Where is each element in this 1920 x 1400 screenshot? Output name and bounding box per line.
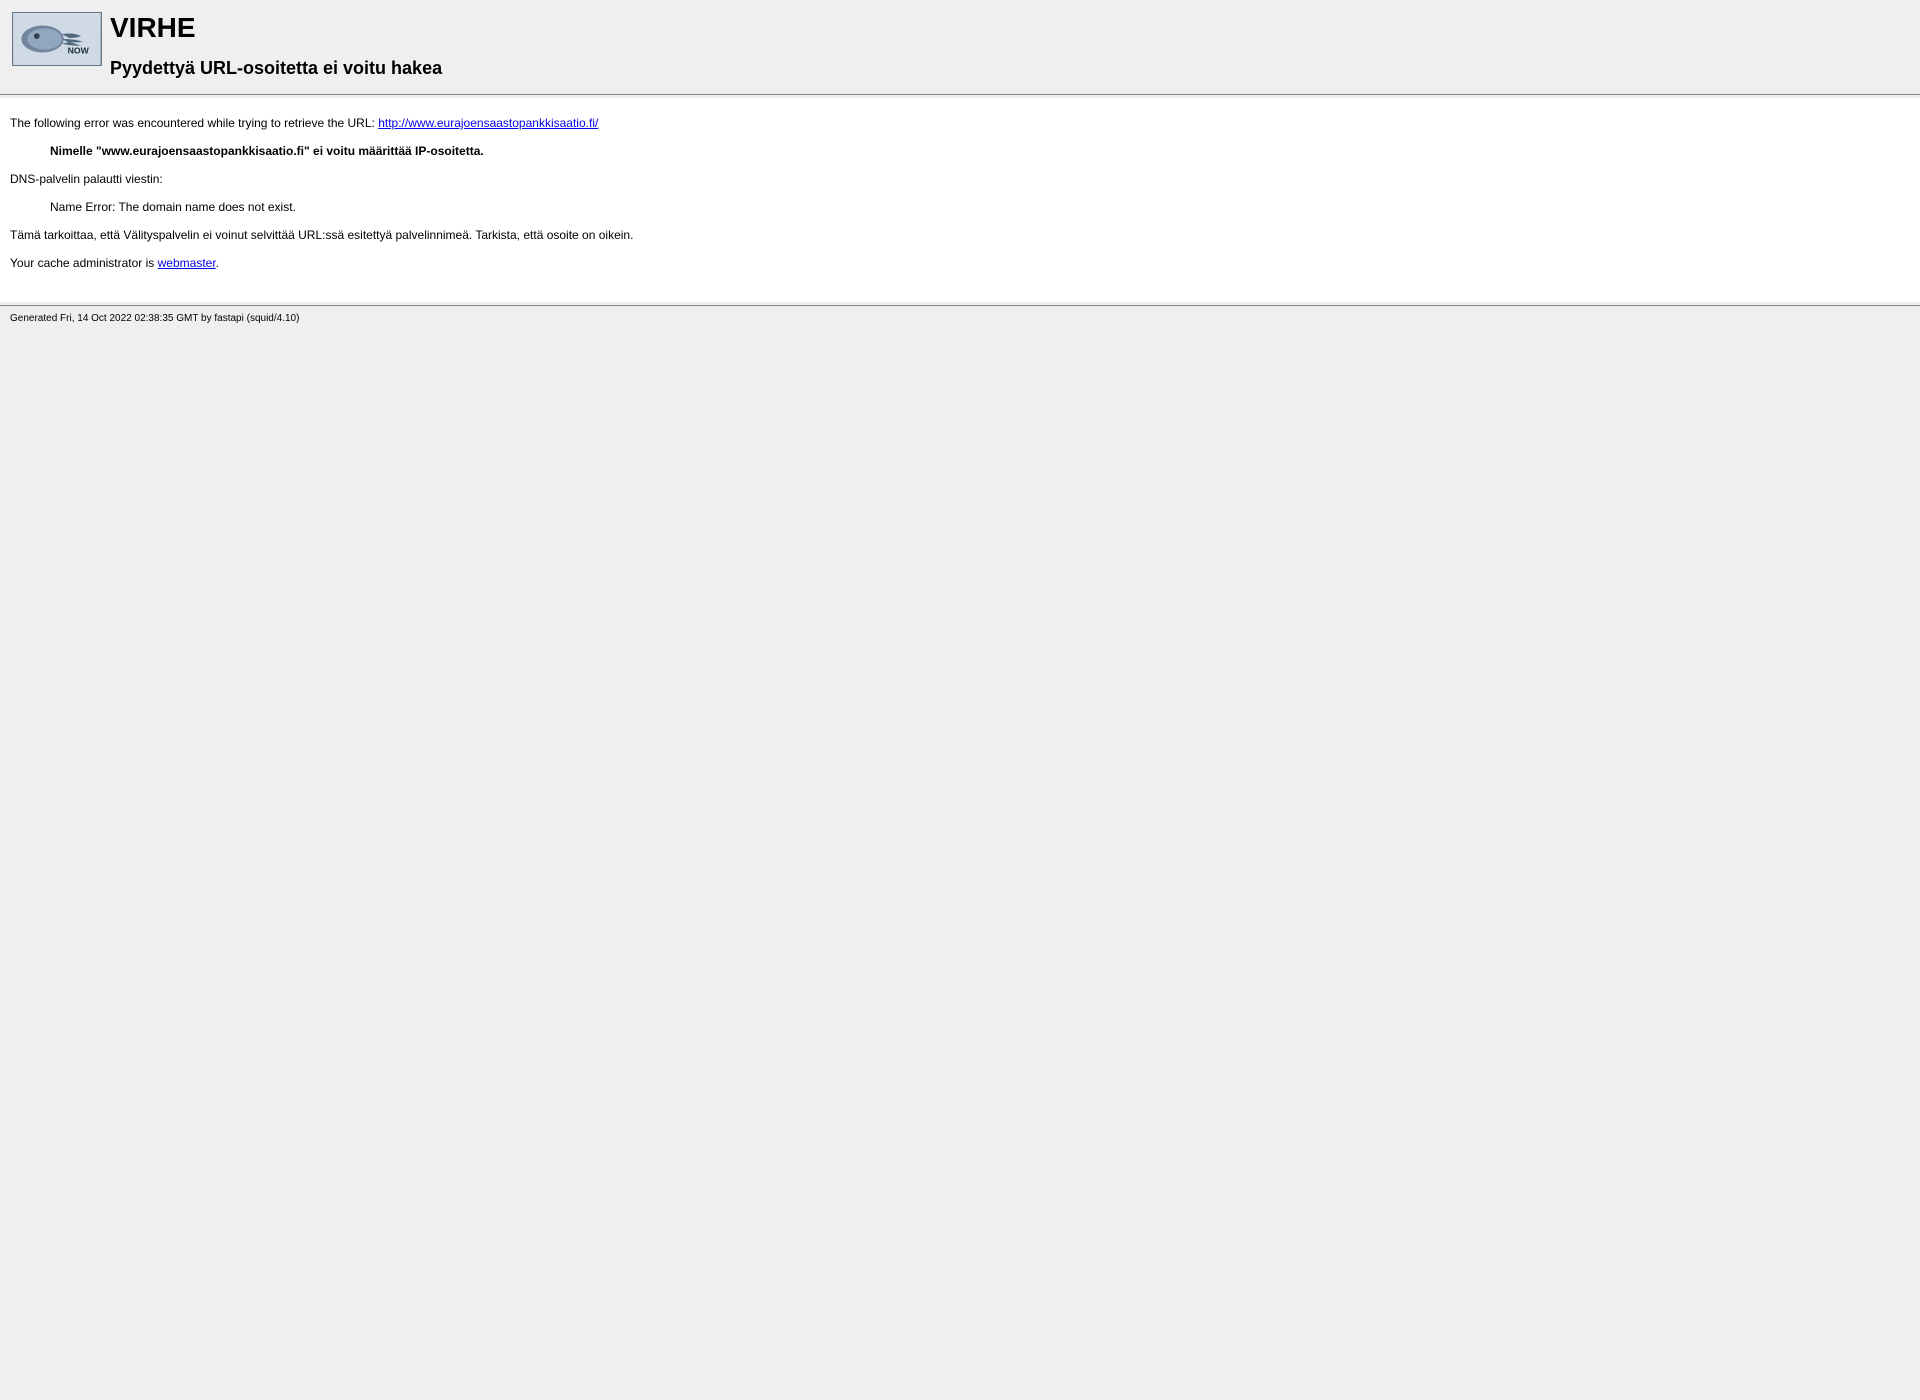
squid-logo-icon: NOW (12, 12, 102, 66)
intro-text: The following error was encountered whil… (10, 116, 378, 130)
error-subtitle: Pyydettyä URL-osoitetta ei voitu hakea (110, 58, 442, 79)
content-section: The following error was encountered whil… (0, 98, 1920, 302)
admin-line: Your cache administrator is webmaster. (10, 256, 1910, 270)
divider-top (0, 94, 1920, 95)
explanation-text: Tämä tarkoittaa, että Välityspalvelin ei… (10, 228, 1910, 242)
dns-label: DNS-palvelin palautti viestin: (10, 172, 1910, 186)
webmaster-link[interactable]: webmaster (158, 256, 216, 270)
divider-bottom (0, 305, 1920, 306)
dns-error-message: Name Error: The domain name does not exi… (50, 200, 1910, 214)
header-text-block: VIRHE Pyydettyä URL-osoitetta ei voitu h… (110, 12, 442, 79)
admin-text: Your cache administrator is (10, 256, 158, 270)
error-detail-text: Nimelle "www.eurajoensaastopankkisaatio.… (50, 144, 1910, 158)
admin-period: . (216, 256, 219, 270)
svg-text:NOW: NOW (68, 45, 90, 55)
header-section: NOW VIRHE Pyydettyä URL-osoitetta ei voi… (0, 0, 1920, 91)
footer-generated-text: Generated Fri, 14 Oct 2022 02:38:35 GMT … (0, 309, 1920, 328)
failed-url-link[interactable]: http://www.eurajoensaastopankkisaatio.fi… (378, 116, 598, 130)
error-intro-line: The following error was encountered whil… (10, 116, 1910, 130)
error-title: VIRHE (110, 12, 442, 44)
